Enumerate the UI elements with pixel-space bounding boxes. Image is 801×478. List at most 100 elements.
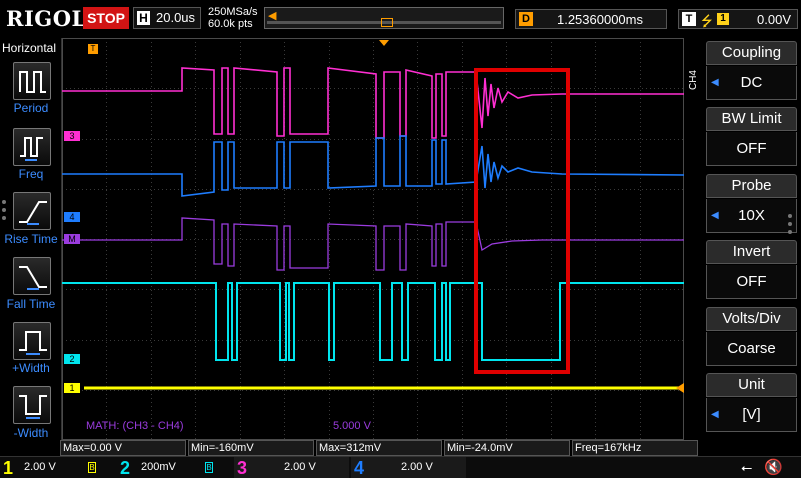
bw-limit-value: OFF — [736, 140, 767, 157]
trigger-level: 0.00V — [757, 12, 791, 27]
trigger-level-marker — [676, 383, 684, 393]
coupling-value-box[interactable]: ◀ DC — [706, 66, 797, 100]
probe-menu-item[interactable]: Probe ◀ 10X — [706, 174, 797, 236]
run-stop-indicator[interactable]: STOP — [83, 7, 129, 29]
period-label: Period — [13, 101, 49, 115]
ch3-offset-marker[interactable]: 3 — [64, 131, 80, 141]
highlight-box — [474, 68, 570, 374]
math-expression-label: MATH: (CH3 - CH4) — [86, 420, 184, 432]
freq-button[interactable] — [13, 128, 51, 166]
rise-time-icon — [19, 201, 47, 225]
brand-logo: RIGOL — [6, 6, 87, 31]
usb-icon: ⭠ — [741, 459, 753, 475]
ch2-number: 2 — [120, 458, 131, 478]
channel-menu: CH4 Coupling ◀ DC BW Limit OFF Probe ◀ 1… — [684, 38, 801, 440]
measure-sidebar: Horizontal Period Freq Rise Time Fall Ti… — [0, 38, 62, 440]
ch1-status[interactable]: 1 2.00 V B — [0, 457, 115, 478]
frequency-measure-icon — [20, 137, 43, 161]
ch4-number: 4 — [354, 458, 365, 478]
positive-width-label: +Width — [12, 361, 50, 375]
invert-title: Invert — [706, 240, 797, 264]
invert-menu-item[interactable]: Invert OFF — [706, 240, 797, 302]
ch4-status[interactable]: 4 2.00 V — [351, 457, 466, 478]
ch4-scale: 2.00 V — [401, 461, 433, 473]
unit-menu-item[interactable]: Unit ◀ [V] — [706, 373, 797, 435]
bw-limit-menu-item[interactable]: BW Limit OFF — [706, 107, 797, 169]
probe-value: 10X — [738, 207, 765, 224]
graticule — [62, 38, 684, 440]
top-status-bar: RIGOL STOP H 20.0us 250MSa/s 60.0k pts ◀… — [0, 0, 801, 38]
delay-box[interactable]: D 1.25360000ms — [515, 9, 667, 29]
measurement-item[interactable]: Min=-160mV — [188, 440, 314, 456]
ch1-offset-marker[interactable]: 1 — [64, 383, 80, 393]
positive-width-icon — [19, 331, 47, 355]
ch2-status[interactable]: 2 200mV B — [117, 457, 232, 478]
period-button[interactable] — [13, 62, 51, 100]
horizontal-label: H — [137, 11, 150, 25]
channel-menu-tag: CH4 — [688, 70, 699, 91]
channel-status-bar: 1 2.00 V B 2 200mV B 3 2.00 V 4 2.00 V ⭠… — [0, 456, 801, 478]
probe-title: Probe — [706, 174, 797, 198]
coupling-value: DC — [740, 74, 763, 91]
waveform-display[interactable]: T 3 4 M 2 1 — [62, 38, 684, 440]
memory-depth: 60.0k pts — [208, 18, 253, 30]
ch1-number: 1 — [3, 458, 14, 478]
measurement-item[interactable]: Min=-24.0mV — [444, 440, 570, 456]
measurement-item[interactable]: Max=0.00 V — [60, 440, 186, 456]
memory-window — [381, 18, 393, 27]
invert-value-box[interactable]: OFF — [706, 265, 797, 299]
memory-position-bar[interactable]: ◀ — [264, 7, 504, 29]
delay-label: D — [519, 12, 533, 26]
unit-title: Unit — [706, 373, 797, 397]
math-scale-label: 5.000 V — [333, 420, 371, 432]
fall-time-button[interactable] — [13, 257, 51, 295]
ch3-scale: 2.00 V — [284, 461, 316, 473]
ch2-scale: 200mV — [141, 461, 176, 473]
rise-time-button[interactable] — [13, 192, 51, 230]
volts-div-value-box[interactable]: Coarse — [706, 332, 797, 366]
invert-value: OFF — [736, 273, 767, 290]
sidebar-scroll-indicator[interactable] — [2, 196, 6, 224]
ch3-status[interactable]: 3 2.00 V — [234, 457, 349, 478]
coupling-menu-item[interactable]: Coupling ◀ DC — [706, 41, 797, 103]
trigger-label: T — [682, 12, 696, 26]
positive-width-button[interactable] — [13, 322, 51, 360]
knob-select-icon: ◀ — [711, 210, 719, 221]
measurement-bar: Max=0.00 V Min=-160mV Max=312mV Min=-24.… — [60, 440, 801, 456]
math-offset-marker[interactable]: M — [64, 234, 80, 244]
negative-width-icon — [19, 395, 47, 419]
timebase-box[interactable]: H 20.0us — [133, 7, 201, 29]
unit-value: [V] — [742, 406, 761, 423]
negative-width-button[interactable] — [13, 386, 51, 424]
rise-time-label: Rise Time — [4, 232, 58, 246]
menu-scroll-indicator[interactable] — [788, 210, 792, 238]
timebase-value: 20.0us — [156, 10, 196, 25]
rising-edge-icon: ⭍ — [701, 13, 713, 29]
measurement-item[interactable]: Max=312mV — [316, 440, 442, 456]
freq-label: Freq — [18, 167, 44, 181]
unit-value-box[interactable]: ◀ [V] — [706, 398, 797, 432]
ch2-offset-marker[interactable]: 2 — [64, 354, 80, 364]
probe-value-box[interactable]: ◀ 10X — [706, 199, 797, 233]
volts-div-value: Coarse — [727, 340, 776, 357]
knob-select-icon: ◀ — [711, 77, 719, 88]
knob-select-icon: ◀ — [711, 409, 719, 420]
fall-time-label: Fall Time — [6, 297, 56, 311]
ch1-coupling-icon: B — [88, 462, 96, 473]
trigger-source: 1 — [717, 13, 729, 25]
ch3-number: 3 — [237, 458, 248, 478]
delay-value: 1.25360000ms — [556, 12, 643, 27]
trigger-box[interactable]: T ⭍ 1 0.00V — [678, 9, 798, 29]
volts-div-menu-item[interactable]: Volts/Div Coarse — [706, 307, 797, 369]
waveform-canvas — [62, 38, 684, 440]
speaker-muted-icon[interactable]: 🔇 — [764, 458, 783, 476]
measurement-item[interactable]: Freq=167kHz — [572, 440, 698, 456]
trigger-time-marker: T — [88, 44, 98, 54]
bw-limit-value-box[interactable]: OFF — [706, 132, 797, 166]
ch1-scale: 2.00 V — [24, 461, 56, 473]
sidebar-title: Horizontal — [2, 41, 57, 55]
trigger-position-marker — [379, 40, 389, 46]
fall-time-icon — [19, 266, 47, 290]
ch4-offset-marker[interactable]: 4 — [64, 212, 80, 222]
negative-width-label: -Width — [13, 426, 49, 440]
